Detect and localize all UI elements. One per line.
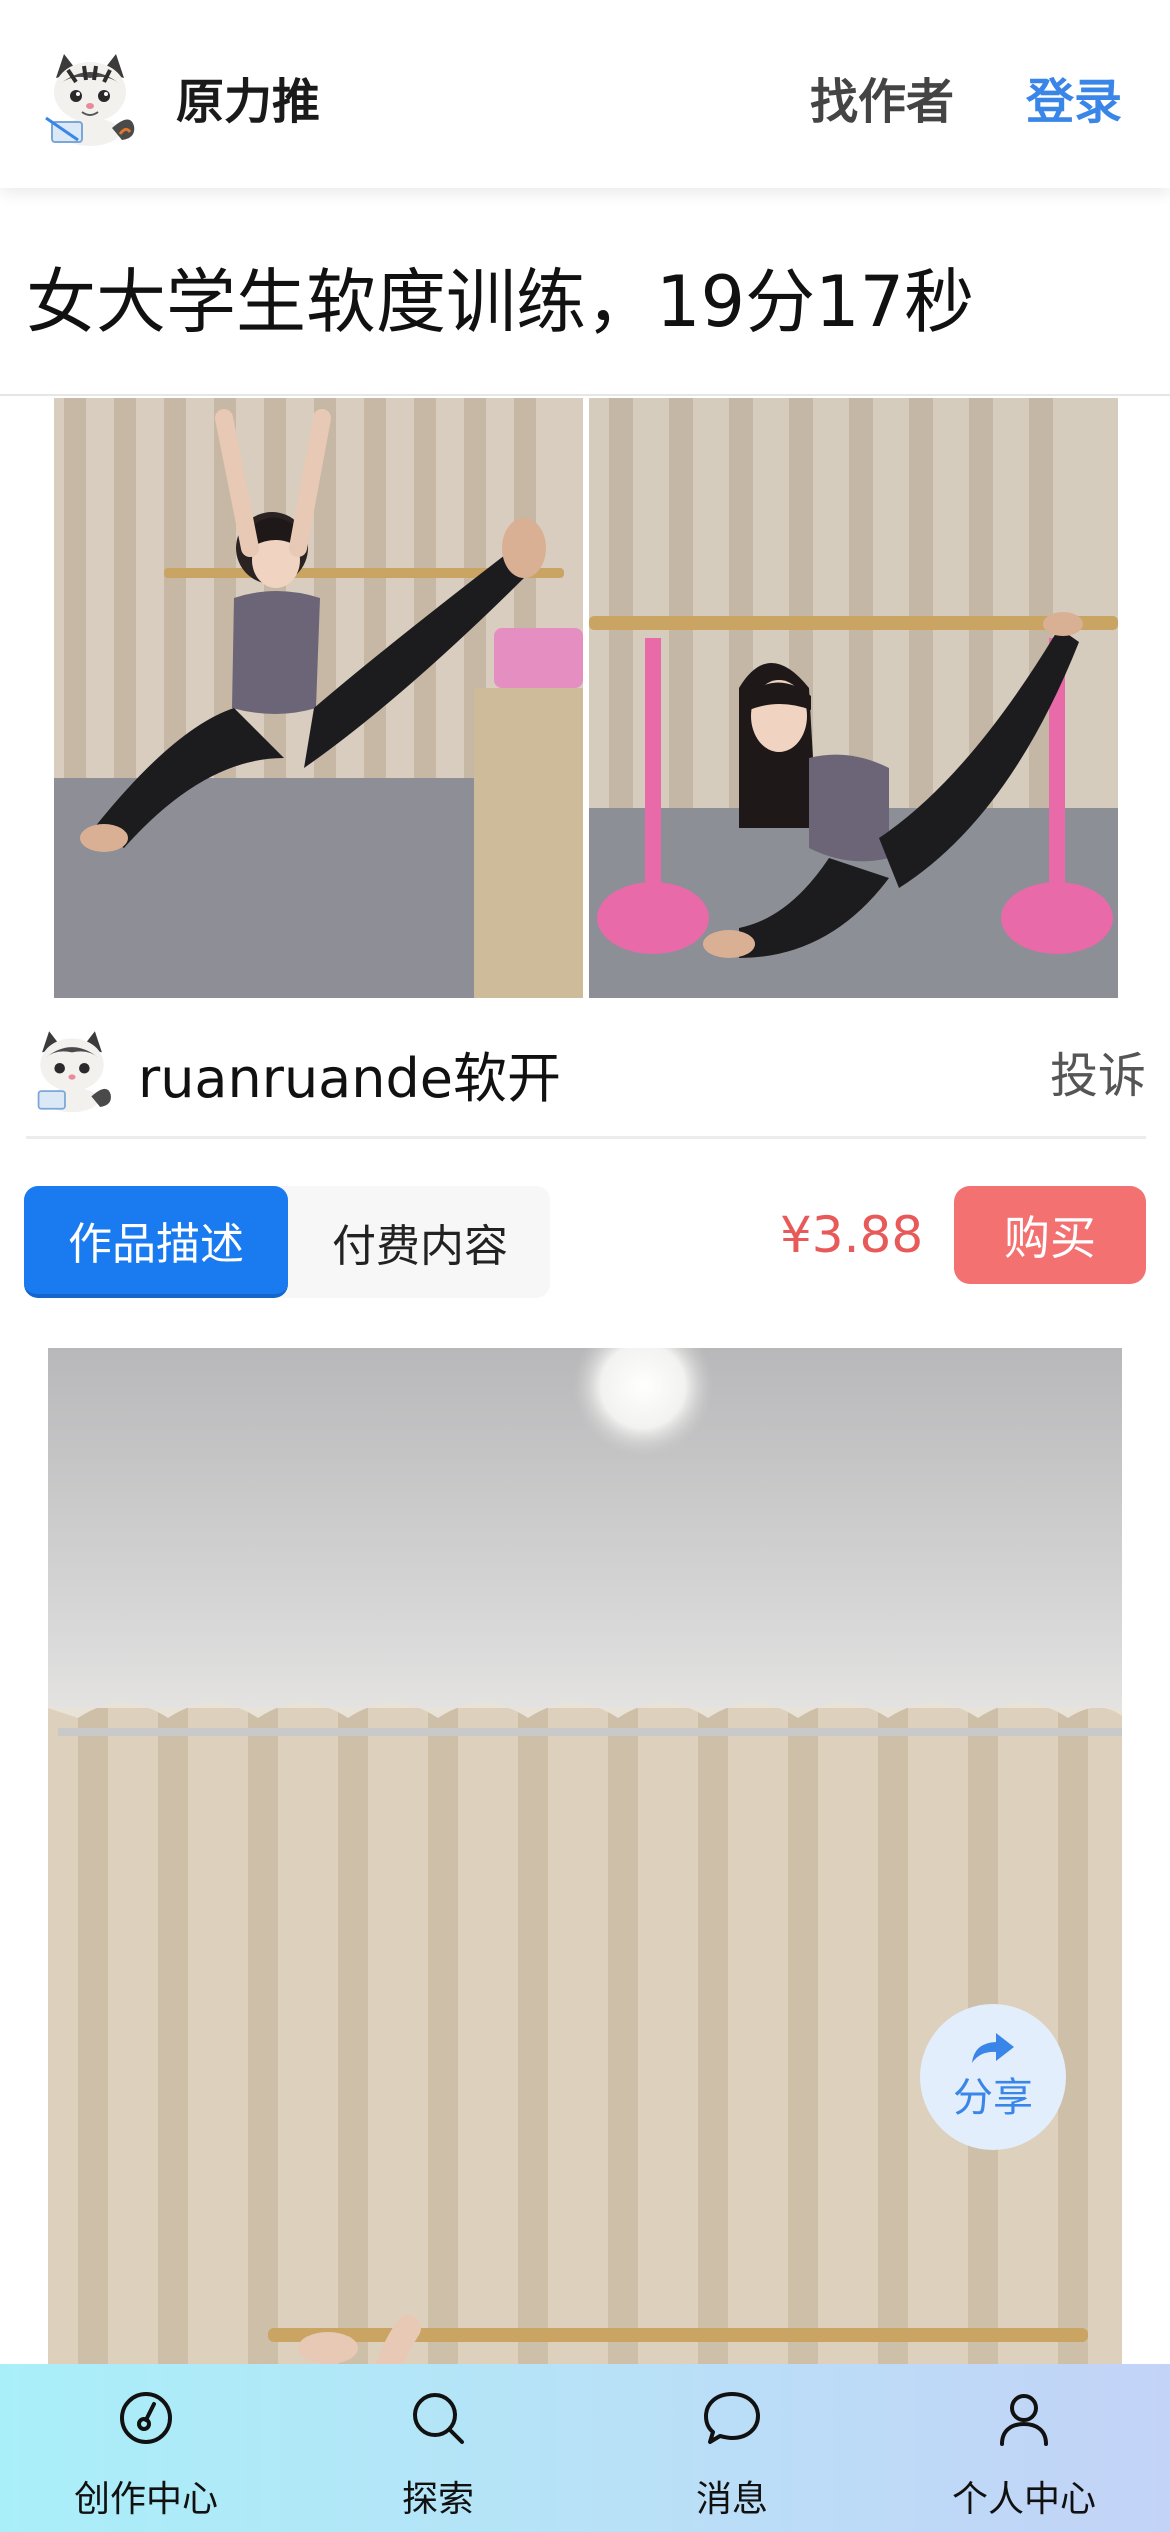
main-photo[interactable] (48, 1348, 1122, 2532)
nav-label: 消息 (695, 2479, 768, 2520)
report-button[interactable]: 投诉 (1050, 1036, 1146, 1106)
buy-button[interactable]: 购买 (954, 1186, 1146, 1284)
tab-description[interactable]: 作品描述 (24, 1186, 288, 1298)
dashboard-icon (120, 2392, 172, 2444)
divider (0, 394, 1170, 396)
nav-item-profile[interactable]: 个人中心 (914, 2364, 1134, 2532)
search-icon (413, 2393, 464, 2444)
share-button[interactable]: 分享 (920, 2004, 1066, 2150)
find-author-link[interactable]: 找作者 (810, 62, 954, 132)
tab-paid-content[interactable]: 付费内容 (300, 1186, 540, 1298)
login-link[interactable]: 登录 (1026, 62, 1122, 132)
cover-photo-right (589, 398, 1118, 998)
nav-item-messages[interactable]: 消息 (622, 2364, 842, 2532)
nav-label: 个人中心 (951, 2479, 1096, 2520)
cover-photo-left (54, 398, 583, 998)
share-icon (972, 2033, 1014, 2063)
post-title: 女大学生软度训练，19分17秒 (26, 261, 975, 343)
nav-label: 创作中心 (73, 2479, 218, 2520)
nav-label: 探索 (401, 2479, 474, 2520)
app-logo[interactable] (38, 48, 142, 148)
share-label: 分享 (953, 2075, 1033, 2121)
nav-item-explore[interactable]: 探索 (328, 2364, 548, 2532)
message-icon (704, 2392, 760, 2444)
author-name[interactable]: ruanruande软开 (138, 1034, 561, 1113)
user-icon (1000, 2394, 1048, 2446)
app-name: 原力推 (176, 74, 321, 130)
bottom-nav: 创作中心 探索 消息 个人中心 (0, 2364, 1170, 2532)
top-header: 原力推 找作者 登录 (0, 0, 1170, 188)
nav-item-creator-center[interactable]: 创作中心 (36, 2364, 256, 2532)
divider (26, 1136, 1146, 1139)
cover-image[interactable] (54, 398, 1118, 998)
price-label: ¥3.88 (780, 1206, 924, 1264)
author-avatar[interactable] (26, 1026, 118, 1114)
